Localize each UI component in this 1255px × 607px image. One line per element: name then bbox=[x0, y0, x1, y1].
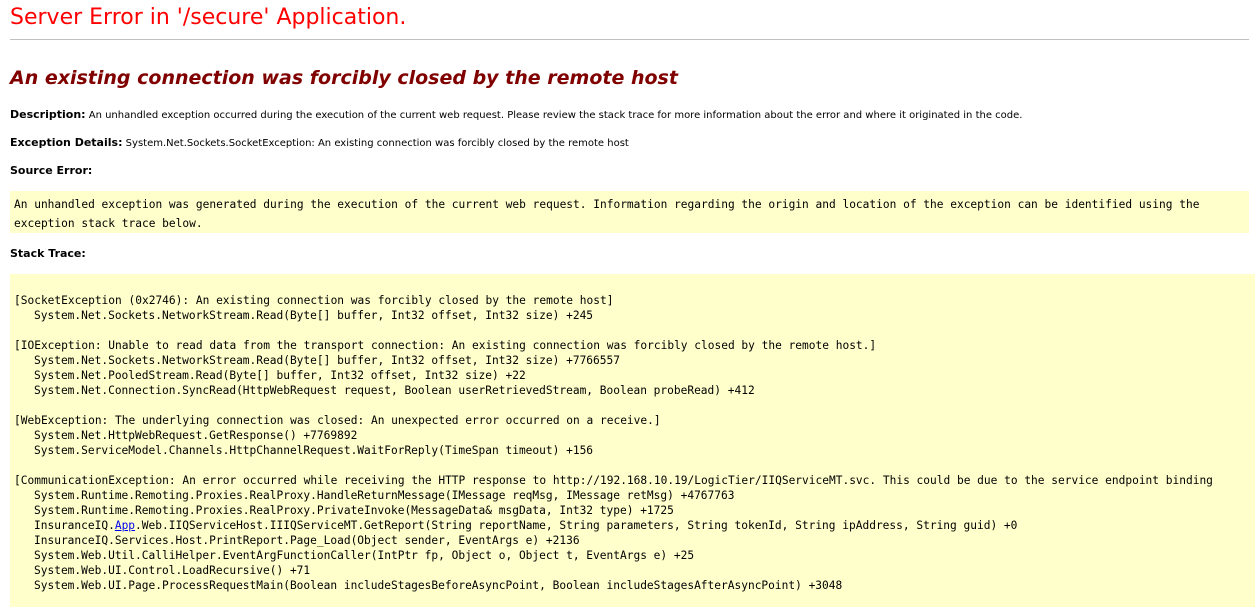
source-error-box: An unhandled exception was generated dur… bbox=[10, 191, 1249, 233]
stack-trace-box[interactable]: [SocketException (0x2746): An existing c… bbox=[10, 274, 1255, 607]
stack-frame: InsuranceIQ.Services.Host.PrintReport.Pa… bbox=[34, 534, 580, 547]
stack-frame-link[interactable]: App bbox=[115, 519, 135, 532]
stack-frame-suffix: .Web.IIQServiceHost.IIIQServiceMT.GetRep… bbox=[135, 519, 1018, 532]
stack-frame: System.Web.Util.CalliHelper.EventArgFunc… bbox=[34, 549, 695, 562]
description-text: An unhandled exception occurred during t… bbox=[88, 110, 1023, 121]
stack-frame: InsuranceIQ.App.Web.IIQServiceHost.IIIQS… bbox=[14, 518, 1213, 533]
stack-exception-header: [WebException: The underlying connection… bbox=[14, 414, 661, 427]
exception-details-label: Exception Details: bbox=[10, 136, 123, 149]
stack-frame: System.Web.UI.Page.ProcessRequestMain(Bo… bbox=[34, 579, 843, 592]
stack-frame-prefix: InsuranceIQ. bbox=[34, 519, 115, 532]
stack-frame: System.Net.Connection.SyncRead(HttpWebRe… bbox=[34, 384, 755, 397]
stack-frame: System.Net.Sockets.NetworkStream.Read(By… bbox=[34, 309, 594, 322]
error-message-heading: An existing connection was forcibly clos… bbox=[10, 67, 678, 89]
stack-frame: System.ServiceModel.Channels.HttpChannel… bbox=[34, 444, 594, 457]
stack-trace-lines: [SocketException (0x2746): An existing c… bbox=[14, 293, 1213, 593]
exception-details-line: Exception Details: System.Net.Sockets.So… bbox=[10, 136, 629, 151]
stack-frame: System.Net.HttpWebRequest.GetResponse() … bbox=[34, 429, 358, 442]
page-title: Server Error in '/secure' Application. bbox=[10, 5, 407, 30]
stack-frame: System.Net.PooledStream.Read(Byte[] buff… bbox=[34, 369, 526, 382]
source-error-label: Source Error: bbox=[10, 164, 93, 177]
stack-frame: System.Runtime.Remoting.Proxies.RealProx… bbox=[34, 504, 674, 517]
stack-blank-line bbox=[14, 458, 1213, 473]
stack-frame: System.Net.Sockets.NetworkStream.Read(By… bbox=[34, 354, 620, 367]
source-error-text: An unhandled exception was generated dur… bbox=[14, 198, 1200, 230]
stack-exception-header: [SocketException (0x2746): An existing c… bbox=[14, 294, 614, 307]
stack-blank-line bbox=[14, 323, 1213, 338]
stack-exception-header: [IOException: Unable to read data from t… bbox=[14, 339, 877, 352]
stack-frame: System.Web.UI.Control.LoadRecursive() +7… bbox=[34, 564, 311, 577]
description-line: Description: An unhandled exception occu… bbox=[10, 108, 1022, 123]
stack-frame: System.Runtime.Remoting.Proxies.RealProx… bbox=[34, 489, 735, 502]
title-divider bbox=[10, 39, 1249, 40]
stack-exception-header: [CommunicationException: An error occurr… bbox=[14, 474, 1213, 487]
error-page: Server Error in '/secure' Application. A… bbox=[0, 0, 1255, 607]
stack-blank-line bbox=[14, 398, 1213, 413]
stack-trace-label: Stack Trace: bbox=[10, 247, 86, 260]
description-label: Description: bbox=[10, 108, 86, 121]
exception-details-text: System.Net.Sockets.SocketException: An e… bbox=[125, 138, 629, 149]
